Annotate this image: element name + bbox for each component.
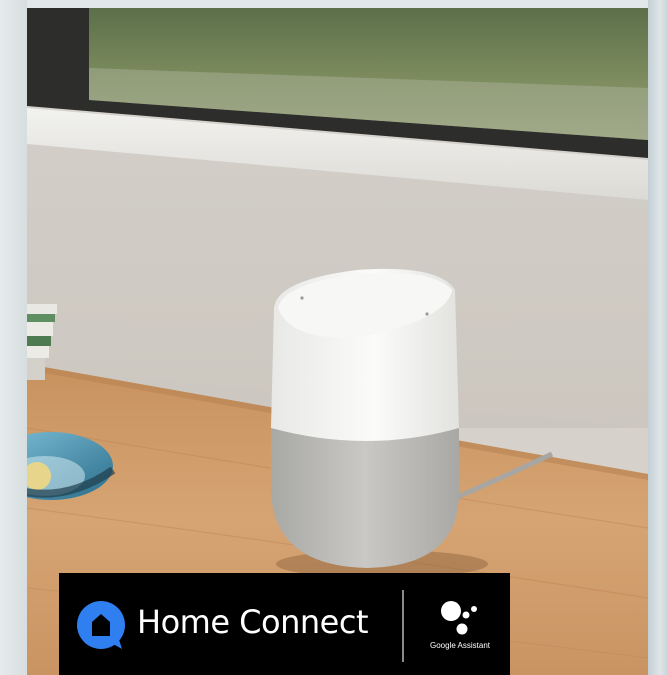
home-connect-logo-icon	[77, 601, 125, 649]
partner-name: Google Assistant	[429, 641, 491, 650]
google-assistant-icon	[441, 601, 477, 635]
brand-banner: Home Connect Google Assistant	[59, 573, 510, 675]
frame-left	[0, 0, 27, 675]
frame-right	[648, 0, 668, 675]
frame-top	[27, 0, 648, 8]
brand-name: Home Connect	[137, 603, 368, 641]
banner-divider	[402, 590, 404, 662]
